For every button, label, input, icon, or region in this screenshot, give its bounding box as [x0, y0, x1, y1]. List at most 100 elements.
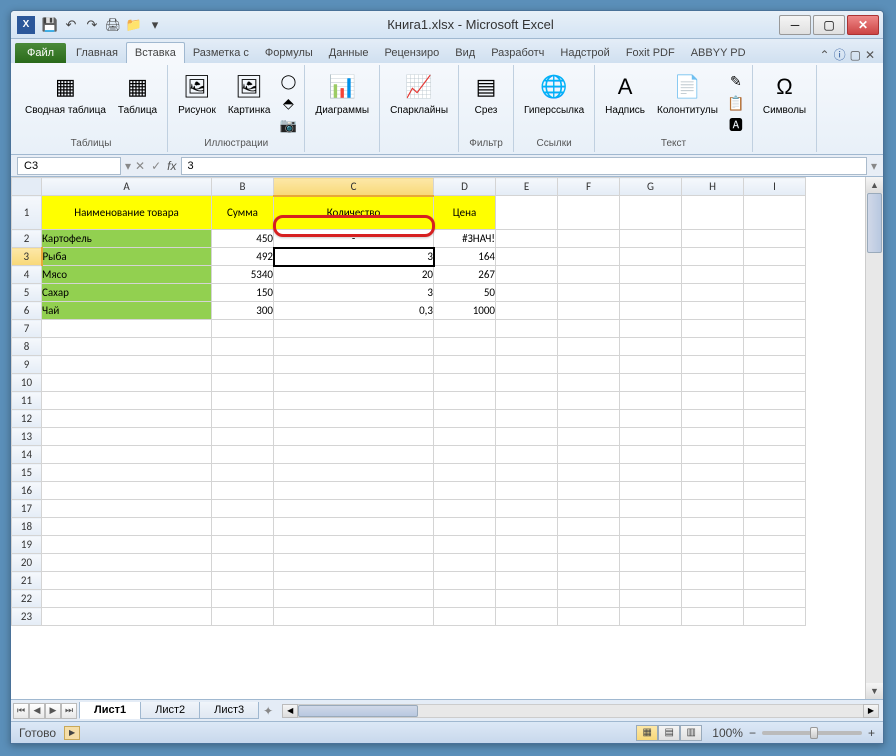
cell-D22[interactable]: [434, 590, 496, 608]
cell-D1[interactable]: Цена: [434, 196, 496, 230]
cell-A22[interactable]: [42, 590, 212, 608]
ribbon-side-icon[interactable]: 📷: [278, 115, 298, 135]
close-button[interactable]: ✕: [847, 15, 879, 35]
cell-I13[interactable]: [744, 428, 806, 446]
cell-B17[interactable]: [212, 500, 274, 518]
cell-D16[interactable]: [434, 482, 496, 500]
tab-addins[interactable]: Надстрой: [552, 43, 617, 63]
cell-G21[interactable]: [620, 572, 682, 590]
row-header-10[interactable]: 10: [12, 374, 42, 392]
cell-H9[interactable]: [682, 356, 744, 374]
cell-G22[interactable]: [620, 590, 682, 608]
row-header-19[interactable]: 19: [12, 536, 42, 554]
cell-C23[interactable]: [274, 608, 434, 626]
cell-F11[interactable]: [558, 392, 620, 410]
ribbon-btn-3-0[interactable]: 📈Спарклайны: [386, 69, 452, 118]
cell-E5[interactable]: [496, 284, 558, 302]
cell-D19[interactable]: [434, 536, 496, 554]
scroll-down-icon[interactable]: ▼: [866, 683, 883, 699]
cell-A13[interactable]: [42, 428, 212, 446]
zoom-out-button[interactable]: −: [749, 726, 756, 740]
row-header-5[interactable]: 5: [12, 284, 42, 302]
fx-icon[interactable]: fx: [167, 159, 176, 173]
tab-review[interactable]: Рецензиро: [377, 43, 448, 63]
macro-record-icon[interactable]: ▶: [64, 726, 80, 740]
cell-C18[interactable]: [274, 518, 434, 536]
zoom-in-button[interactable]: +: [868, 726, 875, 740]
row-header-17[interactable]: 17: [12, 500, 42, 518]
cell-F7[interactable]: [558, 320, 620, 338]
cell-H16[interactable]: [682, 482, 744, 500]
cell-E22[interactable]: [496, 590, 558, 608]
cell-G5[interactable]: [620, 284, 682, 302]
cell-C13[interactable]: [274, 428, 434, 446]
cell-I12[interactable]: [744, 410, 806, 428]
cell-F15[interactable]: [558, 464, 620, 482]
cell-E19[interactable]: [496, 536, 558, 554]
minimize-button[interactable]: ─: [779, 15, 811, 35]
qat-print-icon[interactable]: 🖨: [104, 16, 122, 34]
col-header-F[interactable]: F: [558, 178, 620, 196]
row-header-1[interactable]: 1: [12, 196, 42, 230]
name-box[interactable]: C3: [17, 157, 121, 175]
cell-I4[interactable]: [744, 266, 806, 284]
cell-B13[interactable]: [212, 428, 274, 446]
scroll-up-icon[interactable]: ▲: [866, 177, 883, 193]
cell-G12[interactable]: [620, 410, 682, 428]
formula-bar[interactable]: 3: [181, 157, 867, 175]
cell-I23[interactable]: [744, 608, 806, 626]
cell-A23[interactable]: [42, 608, 212, 626]
cell-E14[interactable]: [496, 446, 558, 464]
sheet-nav-last-icon[interactable]: ⏭: [61, 703, 77, 719]
cell-H7[interactable]: [682, 320, 744, 338]
cell-D5[interactable]: 50: [434, 284, 496, 302]
cell-E13[interactable]: [496, 428, 558, 446]
cell-I10[interactable]: [744, 374, 806, 392]
cell-C5[interactable]: 3: [274, 284, 434, 302]
cell-G23[interactable]: [620, 608, 682, 626]
ribbon-side-icon[interactable]: ⬘: [278, 93, 298, 113]
col-header-D[interactable]: D: [434, 178, 496, 196]
ribbon-btn-5-0[interactable]: 🌐Гиперссылка: [520, 69, 588, 118]
cell-D20[interactable]: [434, 554, 496, 572]
zoom-level[interactable]: 100%: [712, 726, 743, 740]
cell-G1[interactable]: [620, 196, 682, 230]
scroll-left-icon[interactable]: ◀: [282, 704, 298, 718]
cell-H1[interactable]: [682, 196, 744, 230]
ribbon-side-icon[interactable]: ◯: [278, 71, 298, 91]
sheet-nav-prev-icon[interactable]: ◀: [29, 703, 45, 719]
cell-C8[interactable]: [274, 338, 434, 356]
cell-G18[interactable]: [620, 518, 682, 536]
ribbon-btn-6-0[interactable]: AНадпись: [601, 69, 649, 118]
row-header-23[interactable]: 23: [12, 608, 42, 626]
row-header-8[interactable]: 8: [12, 338, 42, 356]
maximize-button[interactable]: ▢: [813, 15, 845, 35]
cell-F14[interactable]: [558, 446, 620, 464]
cell-A17[interactable]: [42, 500, 212, 518]
cell-B1[interactable]: Сумма: [212, 196, 274, 230]
ribbon-btn-4-0[interactable]: ▤Срез: [465, 69, 507, 118]
window-close-icon[interactable]: ✕: [865, 48, 875, 62]
col-header-A[interactable]: A: [42, 178, 212, 196]
window-restore-icon[interactable]: ▢: [850, 48, 861, 62]
cell-F1[interactable]: [558, 196, 620, 230]
ribbon-side-icon[interactable]: 📋: [726, 93, 746, 113]
cell-A14[interactable]: [42, 446, 212, 464]
zoom-slider[interactable]: [762, 731, 862, 735]
cell-C15[interactable]: [274, 464, 434, 482]
col-header-G[interactable]: G: [620, 178, 682, 196]
row-header-15[interactable]: 15: [12, 464, 42, 482]
cell-G3[interactable]: [620, 248, 682, 266]
tab-developer[interactable]: Разработч: [483, 43, 552, 63]
ribbon-btn-7-0[interactable]: ΩСимволы: [759, 69, 810, 118]
cell-C7[interactable]: [274, 320, 434, 338]
cell-I5[interactable]: [744, 284, 806, 302]
cell-H22[interactable]: [682, 590, 744, 608]
cell-C21[interactable]: [274, 572, 434, 590]
cell-I19[interactable]: [744, 536, 806, 554]
spreadsheet-grid[interactable]: ABCDEFGHI1Наименование товараСуммаКоличе…: [11, 177, 806, 626]
cell-B19[interactable]: [212, 536, 274, 554]
cell-A11[interactable]: [42, 392, 212, 410]
tab-formulas[interactable]: Формулы: [257, 43, 321, 63]
ribbon-btn-6-1[interactable]: 📄Колонтитулы: [653, 69, 722, 118]
